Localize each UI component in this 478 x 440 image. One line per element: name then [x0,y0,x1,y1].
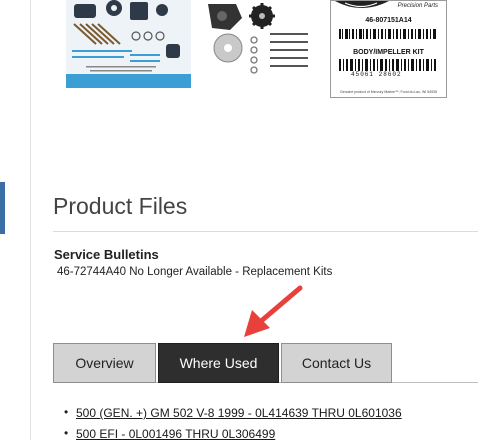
label-barcode-number: 45061 28602 [351,71,402,78]
product-image-1[interactable] [66,0,191,88]
service-bulletin-item: 46-72744A40 No Longer Available - Replac… [57,266,333,278]
section-divider [53,231,478,232]
tab-contact-us[interactable]: Contact Us [281,343,392,383]
label-fine-print: Genuine product of Mercury Marine™, Fond… [340,90,437,94]
tab-overview[interactable]: Overview [53,343,156,383]
list-item: 500 (GEN. +) GM 502 V-8 1999 - 0L414639 … [64,405,402,420]
annotation-arrow-icon [244,285,303,337]
impeller-kit-illustration [208,3,308,74]
list-item: 500 EFI - 0L001496 THRU 0L306499 [64,426,402,440]
package-label-image[interactable]: Precision Parts 46-807151A14 BODY/IMPELL… [330,0,447,98]
where-used-list: 500 (GEN. +) GM 502 V-8 1999 - 0L414639 … [64,405,402,440]
barcode-2 [339,59,436,71]
barcode-1 [339,29,436,39]
product-image-2[interactable] [200,0,318,88]
service-bulletins-heading: Service Bulletins [54,247,159,262]
label-brand: Precision Parts [397,3,438,9]
where-used-link[interactable]: 500 (GEN. +) GM 502 V-8 1999 - 0L414639 … [76,406,402,420]
left-divider [30,0,31,440]
tab-bar: Overview Where Used Contact Us [53,343,478,383]
tab-where-used[interactable]: Where Used [158,343,279,383]
where-used-link[interactable]: 500 EFI - 0L001496 THRU 0L306499 [76,427,275,440]
label-part-number: 46-807151A14 [365,17,412,24]
label-kit-name: BODY/IMPELLER KIT [353,49,424,56]
section-title: Product Files [53,193,188,219]
sidebar-accent-bar[interactable] [0,182,5,234]
